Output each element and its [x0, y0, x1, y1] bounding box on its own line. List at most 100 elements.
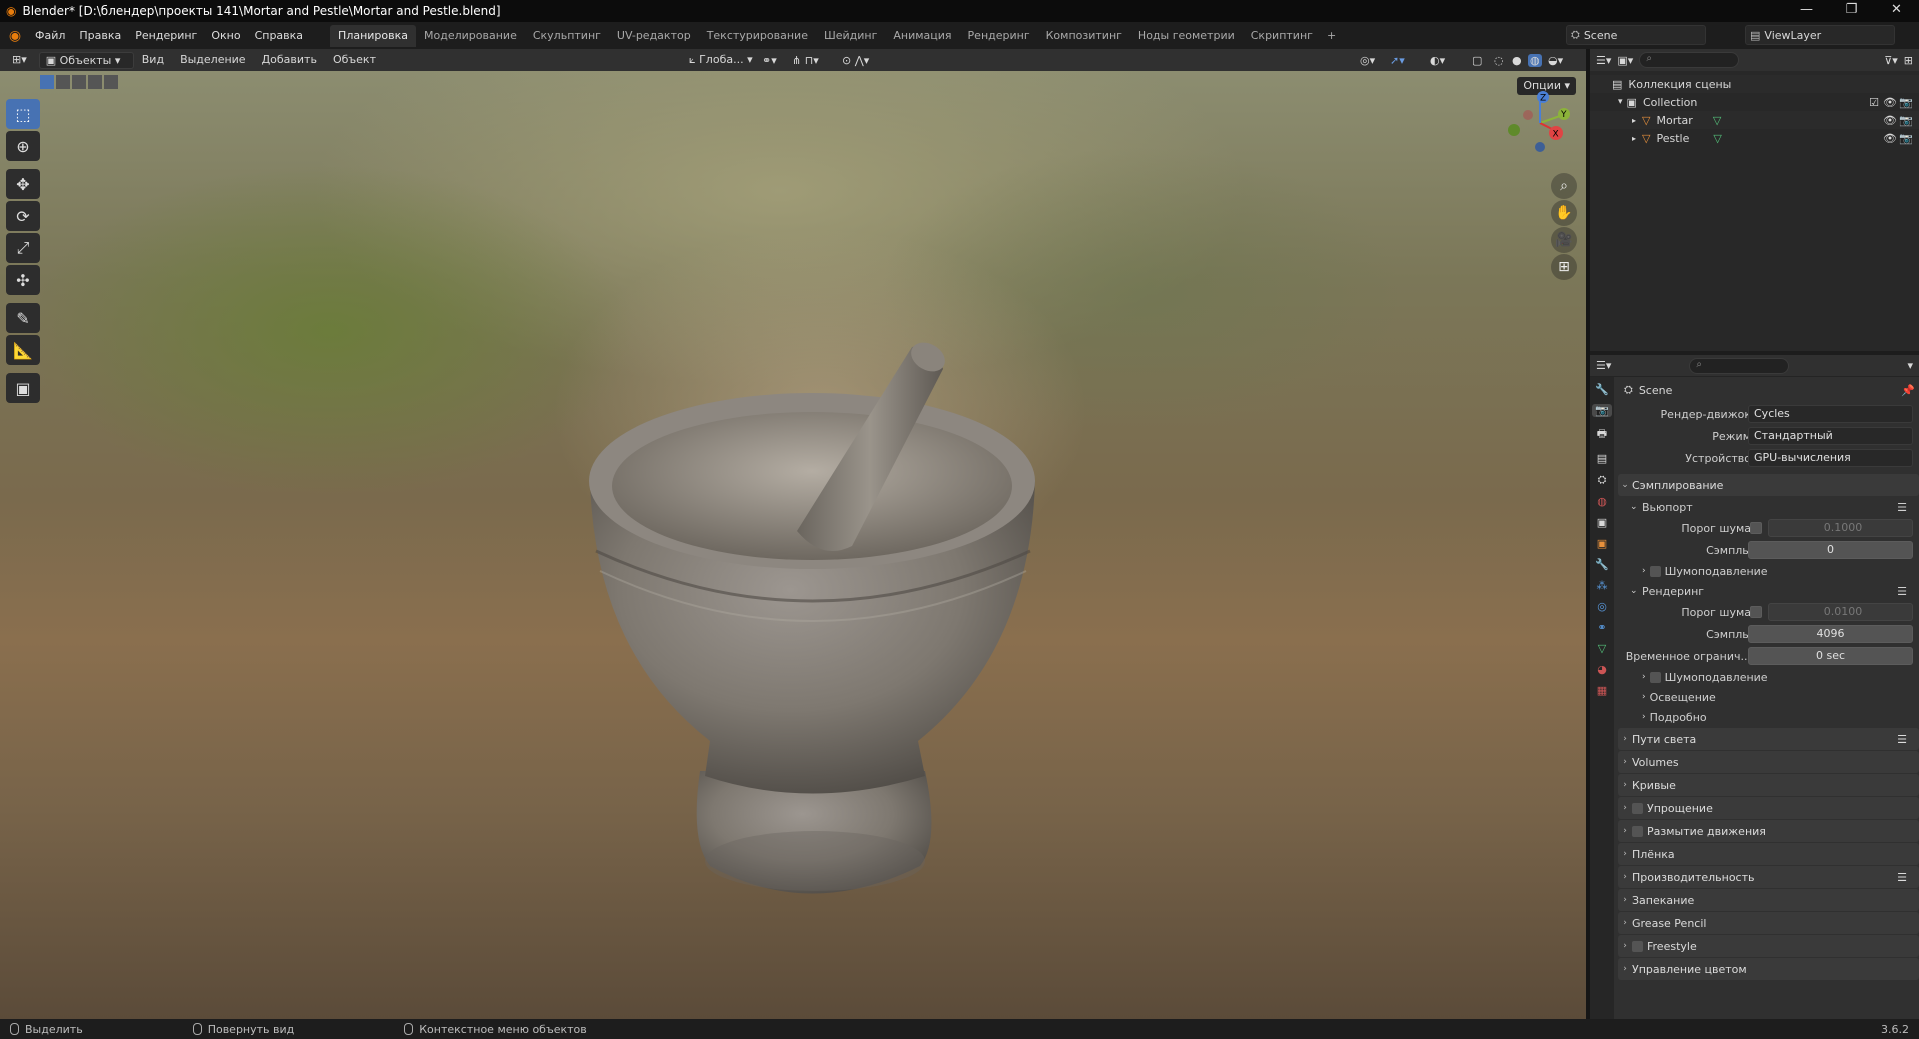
noise-threshold-checkbox[interactable] [1750, 522, 1762, 534]
render-camera-icon[interactable]: 📷 [1899, 96, 1913, 109]
outliner-search[interactable]: ⌕ [1639, 52, 1740, 68]
menu-object[interactable]: Объект [325, 49, 384, 71]
motion-blur-checkbox[interactable] [1632, 825, 1643, 837]
menu-file[interactable]: Файл [28, 26, 72, 46]
render-engine-dropdown[interactable]: Cycles [1748, 405, 1913, 423]
feature-set-dropdown[interactable]: Стандартный [1748, 427, 1913, 445]
transform-orientation-dropdown[interactable]: ⟀ Глоба... ▾ [683, 52, 755, 69]
scale-icon[interactable]: ⤢ [6, 233, 40, 263]
tab-animation[interactable]: Анимация [885, 25, 959, 47]
simplify-checkbox[interactable] [1632, 802, 1643, 814]
mode-dropdown[interactable]: ▣ Объекты ▾ [38, 51, 134, 69]
freestyle-panel[interactable]: › Freestyle [1618, 935, 1919, 957]
tab-rendering[interactable]: Рендеринг [960, 25, 1038, 47]
viewport-subpanel-header[interactable]: ⌄ Вьюпорт ☰ [1618, 497, 1919, 517]
display-mode-icon[interactable]: ▣▾ [1617, 54, 1633, 67]
output-tab-icon[interactable]: 🖶 [1597, 425, 1607, 444]
particles-tab-icon[interactable]: ⁂ [1597, 579, 1608, 592]
cursor-icon[interactable]: ⊕ [6, 131, 40, 161]
menu-edit[interactable]: Правка [72, 26, 128, 46]
color-management-panel[interactable]: › Управление цветом [1618, 958, 1919, 980]
denoise-checkbox[interactable] [1649, 671, 1661, 683]
material-tab-icon[interactable]: ◕ [1597, 663, 1607, 676]
curves-panel[interactable]: › Кривые [1618, 774, 1919, 796]
properties-search[interactable]: ⌕ [1689, 357, 1790, 374]
collection-tab-icon[interactable]: ▣ [1597, 516, 1607, 529]
list-icon[interactable]: ☰ [1897, 585, 1907, 598]
pivot-icon[interactable]: ⚭▾ [762, 54, 777, 67]
advanced-subpanel[interactable]: › Подробно [1618, 707, 1919, 727]
menu-window[interactable]: Окно [204, 26, 247, 46]
snap-icon[interactable]: ⋔ ⊓▾ [792, 54, 819, 67]
tab-uv-editing[interactable]: UV-редактор [609, 25, 699, 47]
simplify-panel[interactable]: › Упрощение [1618, 797, 1919, 819]
render-denoise-subpanel[interactable]: › Шумоподавление [1618, 667, 1919, 687]
move-icon[interactable]: ✥ [6, 169, 40, 199]
menu-view[interactable]: Вид [134, 49, 172, 71]
outliner-editor-icon[interactable]: ☰▾ [1596, 54, 1611, 67]
viewport-noise-threshold-field[interactable]: 0.1000 [1768, 519, 1913, 537]
light-paths-panel[interactable]: › Пути света ☰ [1618, 728, 1919, 750]
editor-type-icon[interactable]: ⊞▾ [0, 49, 35, 71]
render-samples-field[interactable]: 4096 [1748, 625, 1913, 643]
properties-editor-icon[interactable]: ☰▾ [1596, 359, 1611, 372]
render-subpanel-header[interactable]: ⌄ Рендеринг ☰ [1618, 581, 1919, 601]
viewport-denoise-subpanel[interactable]: › Шумоподавление [1618, 561, 1919, 581]
film-panel[interactable]: › Плёнка [1618, 843, 1919, 865]
menu-help[interactable]: Справка [248, 26, 310, 46]
time-limit-field[interactable]: 0 sec [1748, 647, 1913, 665]
proportional-edit-icon[interactable]: ⊙ ⋀▾ [842, 54, 869, 67]
close-button[interactable]: ✕ [1874, 0, 1919, 22]
outliner-object-mortar[interactable]: ▸ ▽ Mortar ▽ 👁 📷 [1590, 111, 1919, 129]
navigation-gizmo[interactable]: Y X Z [1500, 83, 1580, 163]
transform-icon[interactable]: ✣ [6, 265, 40, 295]
lights-subpanel[interactable]: › Освещение [1618, 687, 1919, 707]
tab-texture-paint[interactable]: Текстурирование [699, 25, 816, 47]
select-mode-icons[interactable] [40, 75, 118, 89]
maximize-button[interactable]: ❐ [1829, 0, 1874, 22]
3d-viewport[interactable]: Опции ▾ ⬚ ⊕ ✥ ⟳ ⤢ ✣ ✎ 📐 ▣ Y X Z ⌕ ✋ 🎥 ⊞ [0, 71, 1586, 1019]
modifier-tab-icon[interactable]: 🔧 [1595, 558, 1609, 571]
new-collection-icon[interactable]: ⊞ [1904, 54, 1913, 67]
menu-add[interactable]: Добавить [254, 49, 325, 71]
blender-menu-icon[interactable]: ◉ [2, 26, 28, 46]
properties-options-icon[interactable]: ▾ [1907, 359, 1913, 372]
tool-tab-icon[interactable]: 🔧 [1595, 383, 1609, 396]
pin-icon[interactable]: 📌 [1901, 384, 1915, 397]
minimize-button[interactable]: — [1784, 0, 1829, 22]
object-tab-icon[interactable]: ▣ [1597, 537, 1607, 550]
grid-ortho-icon[interactable]: ⊞ [1551, 254, 1577, 280]
render-camera-icon[interactable]: 📷 [1899, 132, 1913, 145]
grease-pencil-panel[interactable]: › Grease Pencil [1618, 912, 1919, 934]
visibility-eye-icon[interactable]: 👁 [1883, 132, 1897, 145]
mortar-pestle-model[interactable] [560, 321, 1060, 921]
gizmo-toggle-icon[interactable]: ➚▾ [1390, 54, 1405, 67]
render-noise-threshold-field[interactable]: 0.0100 [1768, 603, 1913, 621]
filter-icon[interactable]: ⊽▾ [1884, 54, 1898, 67]
motion-blur-panel[interactable]: › Размытие движения [1618, 820, 1919, 842]
view-layer-tab-icon[interactable]: ▤ [1597, 452, 1607, 465]
rotate-icon[interactable]: ⟳ [6, 201, 40, 231]
sampling-panel-header[interactable]: ⌄ Сэмплирование [1618, 474, 1919, 496]
shading-solid-icon[interactable]: ● [1512, 54, 1522, 67]
tab-sculpting[interactable]: Скульптинг [525, 25, 609, 47]
expand-arrow-icon[interactable]: ▾ [1618, 97, 1623, 107]
visibility-icon[interactable]: ◎▾ [1360, 54, 1375, 67]
viewport-samples-field[interactable]: 0 [1748, 541, 1913, 559]
expand-arrow-icon[interactable]: ▸ [1632, 134, 1636, 143]
zoom-icon[interactable]: ⌕ [1551, 173, 1577, 199]
tab-modeling[interactable]: Моделирование [416, 25, 525, 47]
collection-checkbox-icon[interactable]: ☑ [1869, 96, 1879, 109]
measure-icon[interactable]: 📐 [6, 335, 40, 365]
outliner-object-pestle[interactable]: ▸ ▽ Pestle ▽ 👁 📷 [1590, 129, 1919, 147]
visibility-eye-icon[interactable]: 👁 [1883, 114, 1897, 127]
texture-tab-icon[interactable]: ▦ [1597, 684, 1607, 697]
data-tab-icon[interactable]: ▽ [1598, 642, 1606, 655]
render-camera-icon[interactable]: 📷 [1899, 114, 1913, 127]
menu-render[interactable]: Рендеринг [128, 26, 204, 46]
overlay-toggle-icon[interactable]: ◐▾ [1430, 54, 1445, 67]
scene-tab-icon[interactable]: ⛭ [1598, 473, 1607, 487]
expand-arrow-icon[interactable]: ▸ [1632, 116, 1636, 125]
camera-icon[interactable]: 🎥 [1551, 227, 1577, 253]
add-workspace-button[interactable]: + [1321, 25, 1342, 47]
